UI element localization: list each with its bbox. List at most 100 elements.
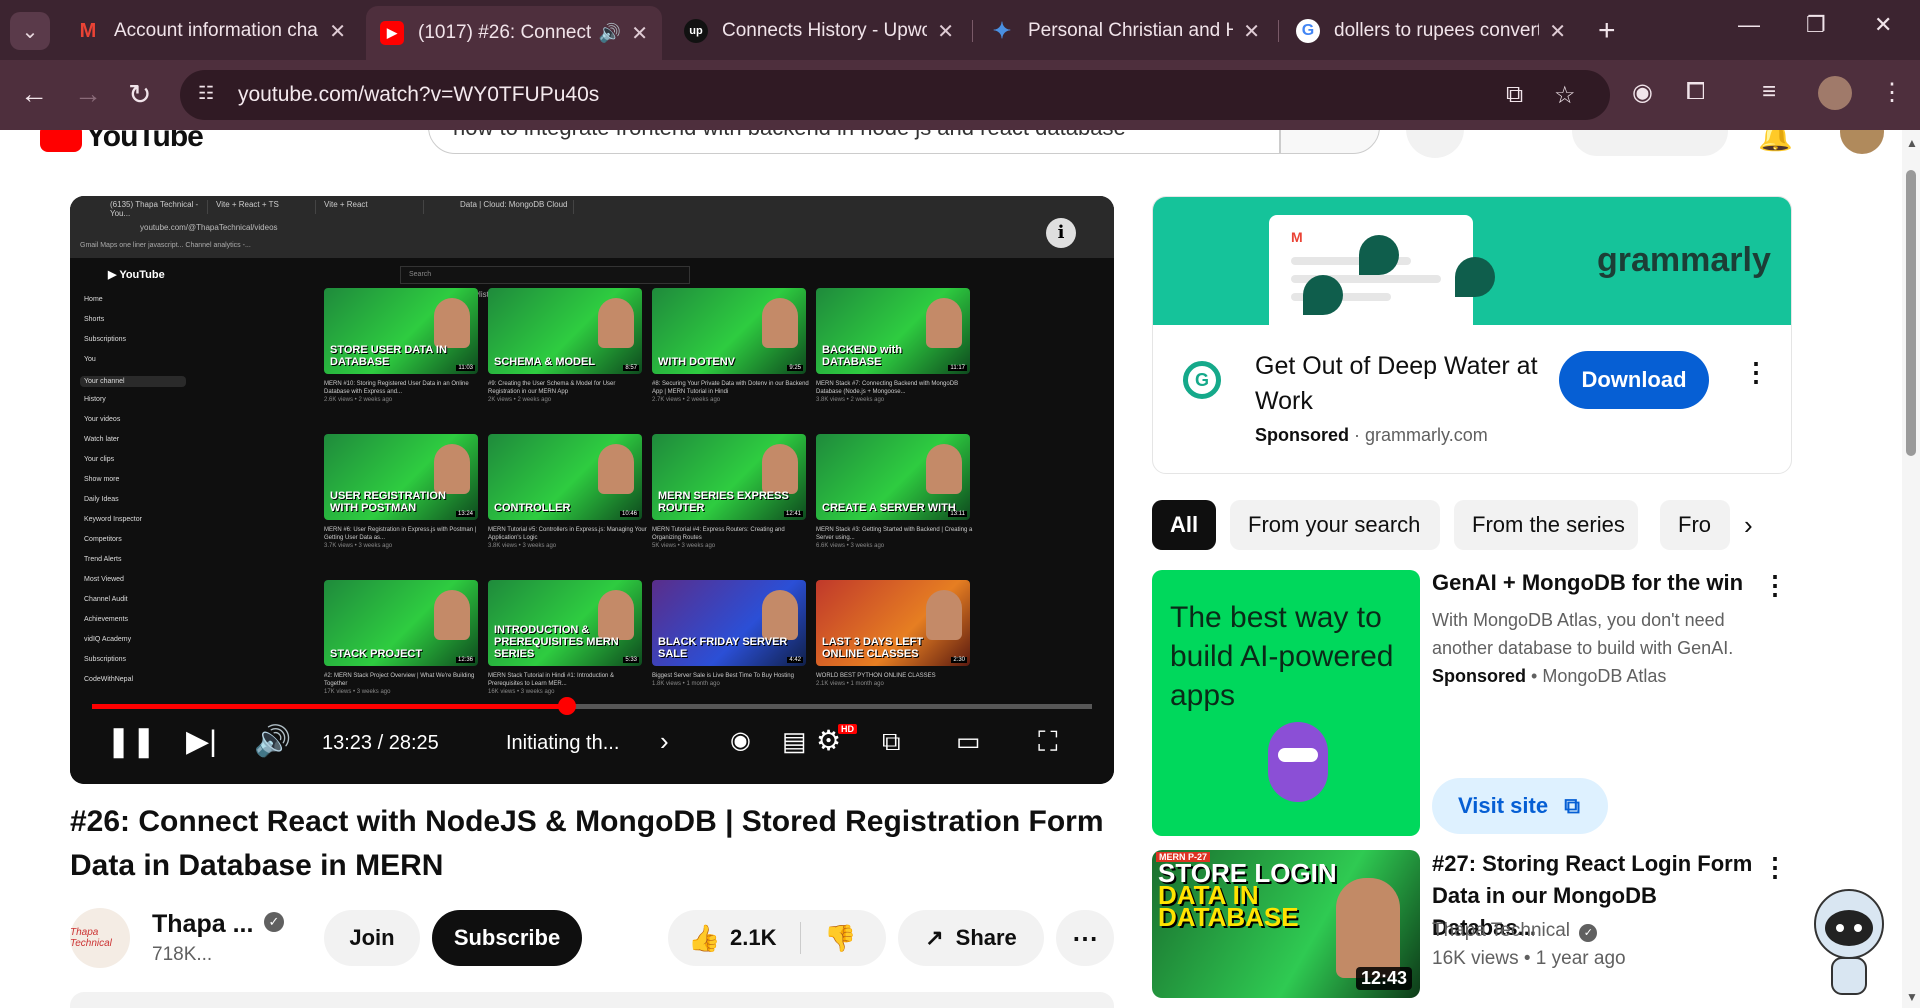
account-avatar[interactable]	[1840, 130, 1884, 154]
more-actions-button[interactable]: ⋯	[1056, 910, 1114, 966]
frame-video-title: MERN #10: Storing Registered User Data i…	[324, 381, 469, 395]
install-icon[interactable]: ⧉	[1506, 81, 1523, 109]
search-button[interactable]	[1280, 130, 1380, 154]
menu-icon[interactable]: ⋮	[1880, 78, 1904, 107]
address-bar[interactable]: ☷ youtube.com/watch?v=WY0TFUPu40s ⧉ ☆	[180, 70, 1610, 120]
search-input[interactable]: how to integrate frontend with backend i…	[428, 130, 1280, 154]
frame-video-stats: 17K views • 3 weeks ago	[324, 689, 391, 695]
close-icon[interactable]: ✕	[937, 19, 954, 44]
page-scrollbar[interactable]: ▲ ▼	[1902, 130, 1920, 1008]
close-icon[interactable]: ✕	[329, 19, 346, 44]
frame-video-thumbnail: CONTROLLER 10:46	[488, 434, 642, 520]
tab-search-button[interactable]: ⌄	[10, 12, 50, 50]
fullscreen-icon[interactable]: ⛶	[1038, 726, 1058, 759]
theater-mode-icon[interactable]: ▭	[956, 726, 981, 757]
tab-gmail[interactable]: M Account information cha ✕	[62, 6, 360, 56]
bookmark-star-icon[interactable]: ☆	[1554, 81, 1576, 110]
visit-site-button[interactable]: Visit site ⧉	[1432, 778, 1608, 834]
extensions-puzzle-icon[interactable]: ⧠	[1686, 78, 1705, 106]
channel-avatar[interactable]: Thapa Technical	[70, 908, 130, 968]
chip-from-more[interactable]: Fro	[1660, 500, 1730, 550]
chevron-right-icon[interactable]: ›	[660, 726, 669, 757]
ad-headline[interactable]: Get Out of Deep Water at Work	[1255, 349, 1545, 419]
chip-all[interactable]: All	[1152, 500, 1216, 550]
site-info-icon[interactable]: ☷	[198, 83, 222, 107]
share-button[interactable]: ↗ Share	[898, 910, 1044, 966]
frame-video-stats: 3.8K views • 3 weeks ago	[488, 543, 557, 549]
frame-tab: Data | Cloud: MongoDB Cloud	[454, 200, 574, 214]
frame-duration: 13:11	[948, 511, 967, 517]
presenter-image	[926, 444, 962, 494]
presenter-image	[598, 298, 634, 348]
tab-youtube[interactable]: ▶ (1017) #26: Connect 🔊 ✕	[366, 6, 662, 60]
ad-shape	[1303, 275, 1343, 315]
presenter-image	[1336, 878, 1400, 978]
create-button[interactable]	[1572, 130, 1728, 156]
frame-video-thumbnail: STACK PROJECT 12:36	[324, 580, 478, 666]
captions-icon[interactable]: ▤	[782, 726, 807, 757]
close-window-button[interactable]: ✕	[1874, 12, 1892, 38]
tab-google[interactable]: G dollers to rupees convert ✕	[1282, 6, 1580, 56]
ad-title[interactable]: GenAI + MongoDB for the win	[1432, 570, 1743, 596]
subscribe-button[interactable]: Subscribe	[432, 910, 582, 966]
close-icon[interactable]: ✕	[631, 21, 648, 46]
frame-video-title: MERN Tutorial #5: Controllers in Express…	[488, 527, 647, 541]
more-vert-icon[interactable]: ⋮	[1743, 357, 1769, 388]
description-box[interactable]	[70, 992, 1114, 1008]
scroll-up-icon[interactable]: ▲	[1906, 136, 1918, 150]
url-text[interactable]: youtube.com/watch?v=WY0TFUPu40s	[238, 83, 599, 107]
restore-button[interactable]: ❐	[1806, 12, 1826, 38]
chip-from-the-series[interactable]: From the series	[1454, 500, 1638, 550]
new-tab-button[interactable]: +	[1598, 14, 1616, 48]
gmail-icon: M	[1291, 229, 1303, 245]
pause-icon[interactable]: ❚❚	[106, 724, 156, 759]
more-vert-icon[interactable]: ⋮	[1762, 570, 1788, 601]
back-button[interactable]: ←	[20, 78, 48, 110]
mongodb-ad-image[interactable]: The best way to build AI-powered apps	[1152, 570, 1420, 836]
more-vert-icon[interactable]: ⋮	[1762, 852, 1788, 883]
close-icon[interactable]: ✕	[1549, 19, 1566, 44]
thumbs-down-icon[interactable]: 👎	[824, 923, 856, 954]
speaker-icon[interactable]: 🔊	[599, 23, 621, 44]
tab-upwork[interactable]: up Connects History - Upwo ✕	[670, 6, 968, 56]
scrollbar-thumb[interactable]	[1906, 170, 1916, 456]
notifications-icon[interactable]: 🔔	[1758, 130, 1793, 153]
profile-avatar[interactable]	[1818, 76, 1852, 110]
miniplayer-icon[interactable]: ⧉	[882, 726, 901, 758]
info-icon[interactable]: i	[1046, 218, 1076, 248]
next-icon[interactable]: ▶|	[186, 724, 217, 759]
voice-search-button[interactable]	[1406, 130, 1464, 158]
download-button[interactable]: Download	[1559, 351, 1709, 409]
join-button[interactable]: Join	[324, 910, 420, 966]
extension-icon[interactable]: ◉	[1632, 78, 1653, 107]
forward-button[interactable]: →	[74, 78, 102, 110]
close-icon[interactable]: ✕	[1243, 19, 1260, 44]
chapter-title[interactable]: Initiating th...	[506, 732, 619, 755]
media-control-icon[interactable]: ≡	[1762, 78, 1776, 106]
recommended-thumbnail[interactable]: MERN P-27 STORE LOGIN DATA IN DATABASE 1…	[1152, 850, 1420, 998]
autoplay-toggle-icon[interactable]: ◉	[730, 726, 751, 755]
frame-sidebar-item: Your channel	[80, 376, 186, 387]
ad-card[interactable]: M grammarly G Get Out of Deep Water at W…	[1152, 196, 1792, 474]
ad-banner-image: M grammarly	[1153, 197, 1791, 325]
frame-video-meta: MERN Tutorial #5: Controllers in Express…	[488, 526, 648, 550]
chevron-right-icon[interactable]: ›	[1744, 510, 1753, 541]
channel-name: Thapa Technical	[1432, 920, 1571, 941]
channel-name[interactable]: Thapa ...	[152, 910, 253, 939]
progress-scrubber[interactable]	[558, 697, 576, 715]
minimize-button[interactable]: —	[1738, 12, 1760, 38]
tab-personal[interactable]: ✦ Personal Christian and He ✕	[976, 6, 1274, 56]
presenter-image	[434, 298, 470, 348]
like-count[interactable]: 2.1K	[730, 925, 776, 951]
volume-icon[interactable]: 🔊	[254, 724, 291, 759]
thumbs-up-icon[interactable]: 👍	[688, 923, 720, 954]
youtube-logo[interactable]: YouTube	[40, 130, 204, 154]
reload-button[interactable]: ↻	[128, 78, 151, 111]
scroll-down-icon[interactable]: ▼	[1906, 990, 1918, 1004]
frame-video-title: #2: MERN Stack Project Overview | What W…	[324, 673, 475, 687]
time-display: 13:23 / 28:25	[322, 732, 439, 754]
video-player[interactable]: (6135) Thapa Technical - You... Vite + R…	[70, 196, 1114, 784]
recommended-channel[interactable]: Thapa Technical ✓	[1432, 920, 1598, 942]
chip-from-your-search[interactable]: From your search	[1230, 500, 1440, 550]
advertiser-name: MongoDB Atlas	[1542, 666, 1667, 686]
